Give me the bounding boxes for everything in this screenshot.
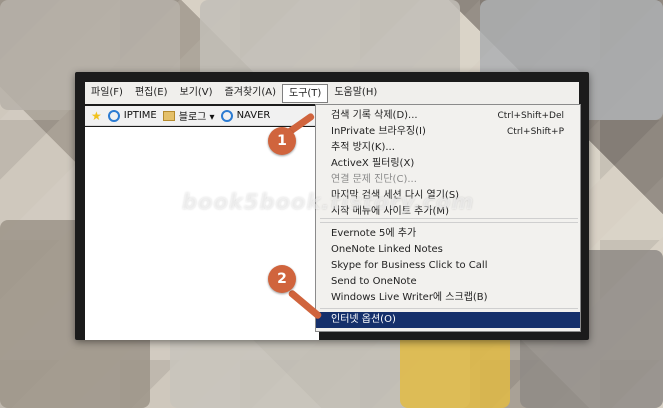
menu-view[interactable]: 보기(V) bbox=[174, 84, 219, 102]
favorites-bar: ★ IPTIME 블로그 ▾ NAVER bbox=[85, 106, 319, 126]
menu-evernote[interactable]: Evernote 5에 추가 bbox=[316, 226, 580, 242]
menu-onenote-linked[interactable]: OneNote Linked Notes bbox=[316, 242, 580, 258]
favorite-label-iptime: IPTIME bbox=[123, 110, 157, 121]
favorite-label-naver: NAVER bbox=[236, 110, 271, 121]
menu-separator bbox=[320, 222, 578, 223]
watermark-text: book5book.tistory.com bbox=[182, 190, 475, 214]
shortcut-inprivate: Ctrl+Shift+P bbox=[507, 127, 564, 137]
shortcut-delete-history: Ctrl+Shift+Del bbox=[497, 111, 564, 121]
menu-skype[interactable]: Skype for Business Click to Call bbox=[316, 258, 580, 274]
menu-separator bbox=[320, 218, 578, 219]
step-badge-1: 1 bbox=[268, 127, 296, 155]
menu-delete-history[interactable]: 검색 기록 삭제(D)... Ctrl+Shift+Del bbox=[316, 108, 580, 124]
menu-bar: 파일(F) 편집(E) 보기(V) 즐겨찾기(A) 도구(T) 도움말(H) bbox=[85, 82, 579, 104]
ie-icon bbox=[107, 109, 120, 122]
tools-dropdown: 검색 기록 삭제(D)... Ctrl+Shift+Del InPrivate … bbox=[315, 104, 581, 332]
step-badge-2: 2 bbox=[268, 265, 296, 293]
menu-activex-filtering[interactable]: ActiveX 필터링(X) bbox=[316, 156, 580, 172]
favorite-link-naver[interactable]: NAVER bbox=[220, 109, 271, 122]
favorite-label-blog: 블로그 ▾ bbox=[178, 112, 215, 123]
menu-separator bbox=[320, 308, 578, 309]
menu-inprivate-label: InPrivate 브라우징(I) bbox=[331, 126, 426, 137]
menu-delete-history-label: 검색 기록 삭제(D)... bbox=[331, 110, 418, 121]
folder-icon bbox=[162, 110, 175, 121]
menu-tools[interactable]: 도구(T) bbox=[282, 83, 329, 103]
menu-tracking-protection[interactable]: 추적 방지(K)... bbox=[316, 140, 580, 156]
favorites-star-button[interactable]: ★ bbox=[91, 110, 102, 122]
favorite-link-iptime[interactable]: IPTIME bbox=[107, 109, 157, 122]
ie-icon bbox=[220, 109, 233, 122]
menu-live-writer[interactable]: Windows Live Writer에 스크랩(B) bbox=[316, 290, 580, 306]
menu-favorites[interactable]: 즐겨찾기(A) bbox=[219, 84, 282, 102]
menu-send-onenote[interactable]: Send to OneNote bbox=[316, 274, 580, 290]
menu-inprivate[interactable]: InPrivate 브라우징(I) Ctrl+Shift+P bbox=[316, 124, 580, 140]
star-icon: ★ bbox=[91, 108, 102, 123]
page-content bbox=[85, 127, 319, 340]
favorite-folder-blog[interactable]: 블로그 ▾ bbox=[162, 108, 215, 123]
menu-diagnose-connection: 연결 문제 진단(C)... bbox=[331, 174, 417, 185]
menu-edit[interactable]: 편집(E) bbox=[129, 84, 174, 102]
menu-help[interactable]: 도움말(H) bbox=[328, 84, 383, 102]
menu-internet-options[interactable]: 인터넷 옵션(O) bbox=[316, 312, 580, 328]
menu-file[interactable]: 파일(F) bbox=[85, 84, 129, 102]
